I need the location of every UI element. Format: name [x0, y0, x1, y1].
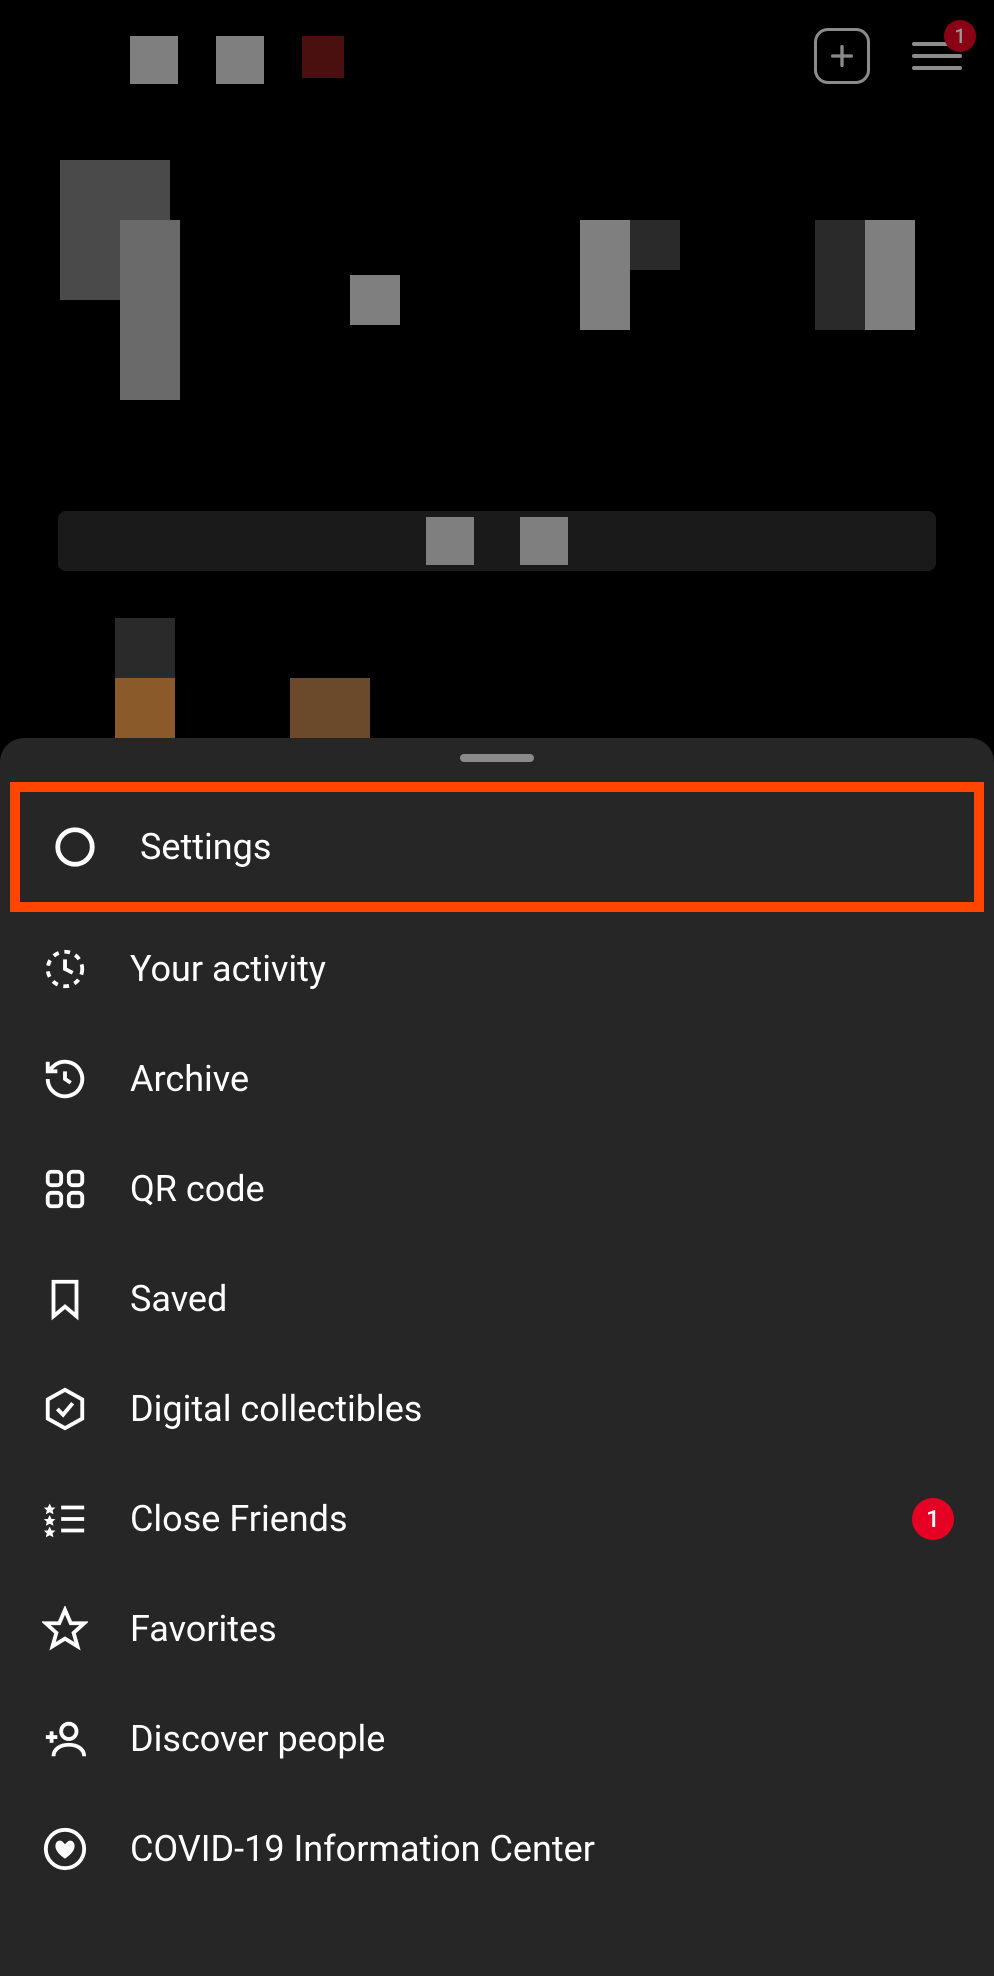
notification-badge: 1: [944, 20, 976, 52]
pixel-block: [865, 220, 915, 330]
star-list-icon: [40, 1494, 90, 1544]
pixelated-username-area: [130, 36, 344, 84]
activity-icon: [40, 944, 90, 994]
menu-label: Discover people: [130, 1718, 954, 1760]
menu-item-settings[interactable]: Settings: [20, 792, 974, 902]
archive-icon: [40, 1054, 90, 1104]
menu-item-close-friends[interactable]: Close Friends 1: [0, 1464, 994, 1574]
pixel-block: [130, 36, 178, 84]
bookmark-icon: [40, 1274, 90, 1324]
menu-item-covid-info[interactable]: COVID-19 Information Center: [0, 1794, 994, 1904]
pixel-block: [815, 220, 865, 270]
pixel-block: [115, 678, 175, 738]
pixel-block: [216, 36, 264, 84]
close-friends-badge: 1: [912, 1498, 954, 1540]
pixel-block: [302, 36, 344, 78]
add-person-icon: [40, 1714, 90, 1764]
pixel-block: [580, 220, 630, 330]
menu-item-favorites[interactable]: Favorites: [0, 1574, 994, 1684]
menu-label: Your activity: [130, 948, 954, 990]
menu-bottom-sheet: Settings Your activity Archive QR code S…: [0, 738, 994, 1976]
hexagon-check-icon: [40, 1384, 90, 1434]
gear-icon: [50, 822, 100, 872]
menu-item-digital-collectibles[interactable]: Digital collectibles: [0, 1354, 994, 1464]
menu-label: Close Friends: [130, 1498, 872, 1540]
menu-item-your-activity[interactable]: Your activity: [0, 914, 994, 1024]
menu-item-qr-code[interactable]: QR code: [0, 1134, 994, 1244]
pixel-block: [115, 618, 175, 678]
create-post-button[interactable]: [814, 28, 870, 84]
menu-item-archive[interactable]: Archive: [0, 1024, 994, 1134]
menu-label: Saved: [130, 1278, 954, 1320]
hamburger-line: [912, 54, 962, 58]
pixel-block: [426, 517, 474, 565]
menu-label: COVID-19 Information Center: [130, 1828, 954, 1870]
pixel-block: [630, 220, 680, 270]
pixel-block: [120, 220, 180, 400]
menu-label: Digital collectibles: [130, 1388, 954, 1430]
drag-handle[interactable]: [460, 754, 534, 762]
pixel-block: [815, 270, 865, 330]
qr-code-icon: [40, 1164, 90, 1214]
menu-label: Settings: [140, 826, 944, 868]
profile-header: 1: [0, 0, 994, 112]
menu-item-saved[interactable]: Saved: [0, 1244, 994, 1354]
menu-label: QR code: [130, 1168, 954, 1210]
heart-circle-icon: [40, 1824, 90, 1874]
menu-label: Archive: [130, 1058, 954, 1100]
hamburger-menu-button[interactable]: 1: [912, 34, 962, 78]
plus-icon: [826, 40, 858, 72]
menu-item-discover-people[interactable]: Discover people: [0, 1684, 994, 1794]
menu-label: Favorites: [130, 1608, 954, 1650]
pixel-block: [350, 275, 400, 325]
star-icon: [40, 1604, 90, 1654]
highlighted-item-box: Settings: [10, 782, 984, 912]
hamburger-line: [912, 66, 962, 70]
pixel-block: [520, 517, 568, 565]
pixel-block: [290, 678, 370, 738]
pixelated-edit-profile-bar: [58, 511, 936, 571]
